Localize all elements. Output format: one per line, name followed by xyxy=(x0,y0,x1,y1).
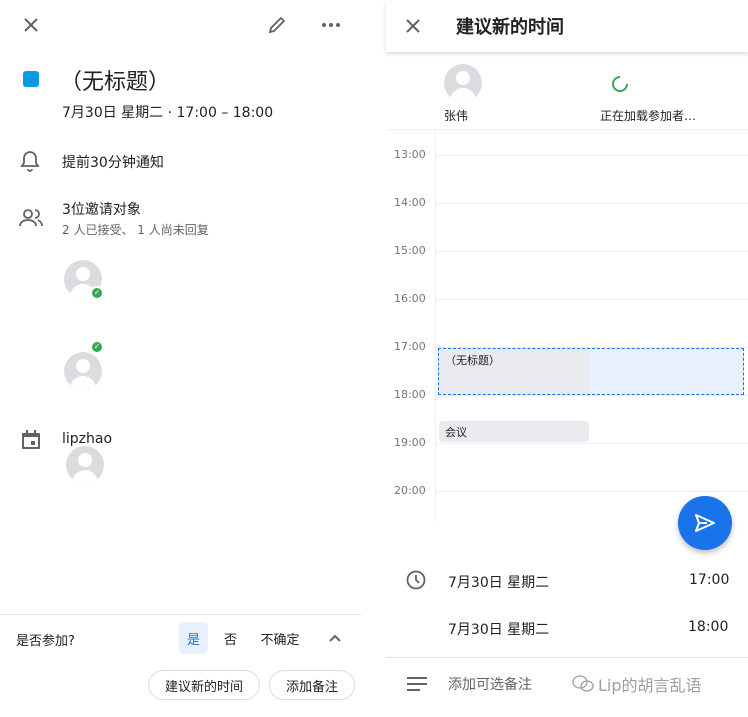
page-title: 建议新的时间 xyxy=(456,17,564,38)
propose-new-time-button[interactable]: 建议新的时间 xyxy=(148,670,260,700)
calendar-icon xyxy=(21,430,41,454)
close-icon xyxy=(406,19,420,33)
hour-label: 20:00 xyxy=(394,484,426,497)
hour-line xyxy=(436,155,748,156)
loading-text: 正在加载参加者… xyxy=(600,109,697,123)
add-note-button[interactable]: 添加备注 xyxy=(269,670,355,700)
pencil-icon xyxy=(268,16,286,34)
close-icon xyxy=(24,18,38,32)
wechat-icon xyxy=(572,675,594,697)
hour-label: 17:00 xyxy=(394,340,426,353)
hour-label: 19:00 xyxy=(394,436,426,449)
guests-summary: 2 人已接受、 1 人尚未回复 xyxy=(62,223,209,237)
close-button[interactable] xyxy=(16,10,46,40)
hour-line xyxy=(436,299,748,300)
hour-line xyxy=(436,251,748,252)
more-options-button[interactable] xyxy=(316,10,346,40)
guest-avatar[interactable] xyxy=(66,446,104,484)
rsvp-yes-button[interactable]: 是 xyxy=(179,622,208,654)
hour-label: 15:00 xyxy=(394,244,426,257)
hour-line xyxy=(436,443,748,444)
expand-rsvp-button[interactable] xyxy=(320,623,350,653)
watermark: Lip的胡言乱语 xyxy=(598,676,702,695)
event-details-panel: （无标题） 7月30日 星期二 · 17:00 – 18:00 提前30分钟通知… xyxy=(0,0,361,717)
divider xyxy=(0,614,361,615)
rsvp-question: 是否参加? xyxy=(16,634,75,649)
start-date[interactable]: 7月30日 星期二 xyxy=(448,572,549,592)
meeting-chip[interactable]: 会议 xyxy=(439,421,589,442)
attendee-name: 张伟 xyxy=(444,109,469,123)
grid-divider xyxy=(435,130,436,522)
send-button[interactable] xyxy=(678,496,732,550)
people-icon xyxy=(19,208,43,232)
send-icon xyxy=(695,514,715,532)
chevron-up-icon xyxy=(329,634,341,642)
calendar-owner: lipzhao xyxy=(62,431,113,447)
rsvp-maybe-button[interactable]: 不确定 xyxy=(254,622,306,654)
more-horiz-icon xyxy=(322,23,340,27)
loading-spinner-icon xyxy=(610,74,630,98)
event-time: 7月30日 星期二 · 17:00 – 18:00 xyxy=(62,105,274,121)
hour-label: 16:00 xyxy=(394,292,426,305)
propose-time-panel: 建议新的时间 张伟 正在加载参加者… 13:00 14:00 15:00 16:… xyxy=(386,0,748,717)
event-color-swatch xyxy=(23,71,39,87)
accepted-check-icon: ✓ xyxy=(90,340,104,354)
hour-line xyxy=(436,395,748,396)
event-chip[interactable]: （无标题） xyxy=(439,349,589,394)
start-time[interactable]: 17:00 xyxy=(689,572,729,588)
attendee-row: 张伟 正在加载参加者… xyxy=(386,52,748,130)
edit-button[interactable] xyxy=(262,10,292,40)
clock-icon xyxy=(406,570,426,594)
panel-gap xyxy=(361,0,386,717)
attendee-avatar xyxy=(444,64,482,102)
hour-line xyxy=(436,491,748,492)
end-date[interactable]: 7月30日 星期二 xyxy=(448,619,549,639)
notes-icon xyxy=(407,676,427,695)
bell-icon xyxy=(20,150,40,176)
guest-avatar[interactable] xyxy=(64,352,102,390)
notification-label: 提前30分钟通知 xyxy=(62,155,164,171)
note-input[interactable]: 添加可选备注 xyxy=(448,674,532,694)
header: 建议新的时间 xyxy=(386,0,748,52)
close-button[interactable] xyxy=(398,11,428,41)
time-grid[interactable]: 13:00 14:00 15:00 16:00 17:00 18:00 19:0… xyxy=(386,130,748,522)
hour-label: 14:00 xyxy=(394,196,426,209)
end-time[interactable]: 18:00 xyxy=(688,619,728,635)
rsvp-no-button[interactable]: 否 xyxy=(216,622,245,654)
accepted-check-icon: ✓ xyxy=(90,286,104,300)
guests-title: 3位邀请对象 xyxy=(62,202,141,218)
event-title: （无标题） xyxy=(60,70,171,95)
hour-line xyxy=(436,203,748,204)
divider xyxy=(386,657,748,658)
hour-label: 13:00 xyxy=(394,148,426,161)
hour-label: 18:00 xyxy=(394,388,426,401)
